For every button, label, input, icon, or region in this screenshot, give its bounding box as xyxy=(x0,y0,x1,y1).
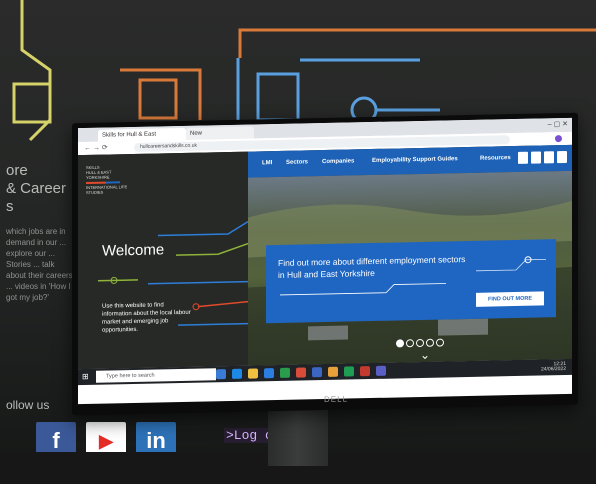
accessibility-icon[interactable] xyxy=(518,151,528,164)
teams-icon[interactable] xyxy=(376,365,386,376)
profile-icon[interactable] xyxy=(555,135,562,143)
carousel-dot[interactable] xyxy=(426,338,434,347)
chrome-icon[interactable] xyxy=(328,366,338,377)
store-icon[interactable] xyxy=(280,367,290,378)
intro-text: Use this website to find information abo… xyxy=(102,302,191,334)
hero-callout: Find out more about different employment… xyxy=(266,239,556,324)
powerpoint-icon[interactable] xyxy=(360,366,370,377)
welcome-heading: Welcome xyxy=(102,241,165,260)
carousel-dot[interactable] xyxy=(396,339,404,348)
window-controls[interactable]: – ▢ ✕ xyxy=(548,120,568,128)
nav-companies[interactable]: Companies xyxy=(322,158,354,165)
nav-arrows-icon[interactable]: ← → ⟳ xyxy=(84,144,108,152)
monitor: Skills for Hull & East Yorkshire New – ▢… xyxy=(72,112,578,416)
contrast-icon[interactable] xyxy=(531,151,541,164)
nav-sectors[interactable]: Sectors xyxy=(286,159,308,165)
excel-icon[interactable] xyxy=(344,366,354,377)
monitor-brand: DELL xyxy=(324,394,349,405)
taskbar-search[interactable]: Type here to search xyxy=(96,368,216,383)
web-page: SKILLS HULL & EAST YORKSHIRE INTERNATION… xyxy=(78,144,572,370)
explorer-icon[interactable] xyxy=(248,368,258,379)
nav-employability[interactable]: Employability Support Guides xyxy=(372,156,458,164)
backdrop-follow-text: ollow us xyxy=(6,398,50,412)
edge-icon[interactable] xyxy=(232,368,242,379)
hero-image: Find out more about different employment… xyxy=(248,170,572,366)
monitor-screen: Skills for Hull & East Yorkshire New – ▢… xyxy=(78,117,572,405)
carousel-dot[interactable] xyxy=(436,338,444,347)
find-out-more-button[interactable]: FIND OUT MORE xyxy=(476,291,544,307)
task-view-icon[interactable] xyxy=(216,369,226,380)
start-icon[interactable]: ⊞ xyxy=(82,372,92,382)
app-icon[interactable] xyxy=(296,367,306,378)
nav-resources[interactable]: Resources xyxy=(480,155,511,162)
nav-lmi[interactable]: LMI xyxy=(262,160,272,166)
mail-icon[interactable] xyxy=(264,368,274,379)
backdrop-paragraph: which jobs are in demand in our ... expl… xyxy=(6,227,73,302)
carousel-dot[interactable] xyxy=(416,338,424,348)
scroll-down-icon[interactable]: ⌄ xyxy=(420,348,430,362)
monitor-stand xyxy=(268,406,328,466)
panel-circuit-lines xyxy=(98,220,248,326)
word-icon[interactable] xyxy=(312,367,322,378)
photo-scene: ore & Career s which jobs are in demand … xyxy=(0,0,596,484)
callout-circuit xyxy=(280,256,546,296)
text-size-icon[interactable] xyxy=(544,151,554,164)
carousel-dot[interactable] xyxy=(406,339,414,348)
system-tray-clock[interactable]: 12:21 24/06/2022 xyxy=(541,361,566,373)
backdrop-heading: ore & Career s xyxy=(6,162,67,215)
menu-icon[interactable] xyxy=(557,150,567,164)
welcome-panel: SKILLS HULL & EAST YORKSHIRE INTERNATION… xyxy=(78,151,248,370)
